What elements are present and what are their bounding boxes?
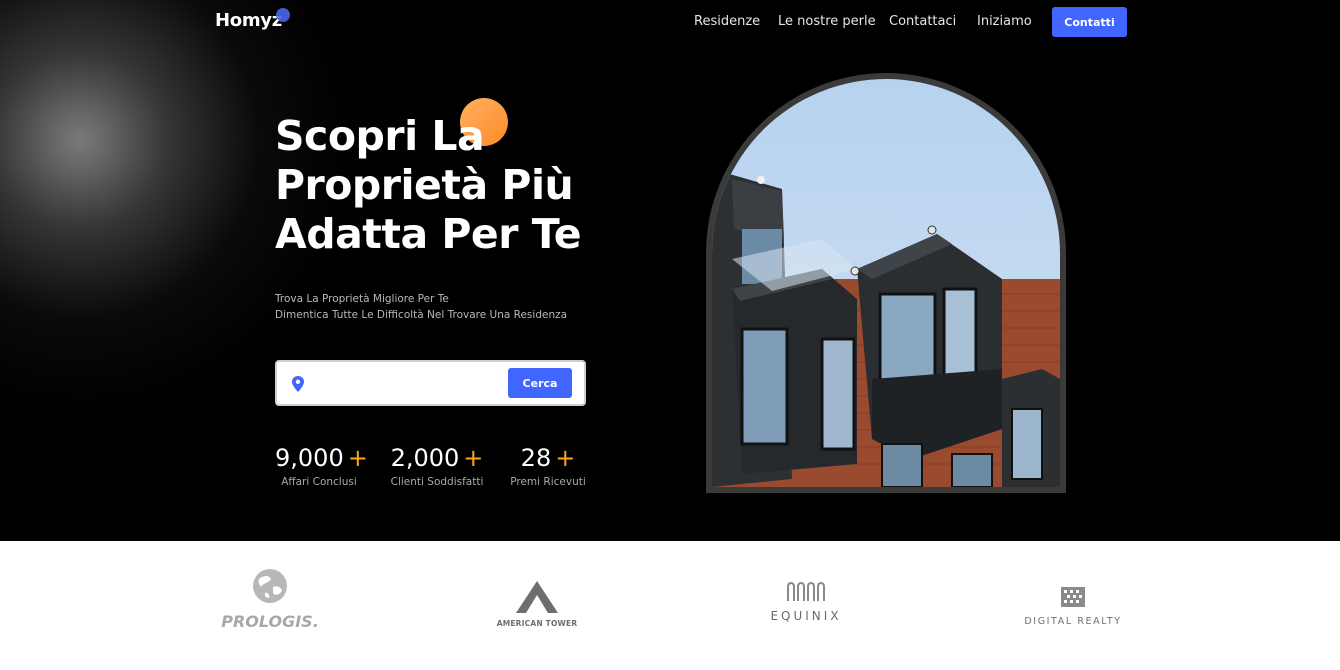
logo-dot [276, 8, 290, 22]
stat-plus: + [555, 444, 576, 472]
subtext-line-1: Trova La Proprietà Migliore Per Te [275, 293, 449, 305]
stat-label: Affari Conclusi [281, 476, 357, 488]
stat-deals: 9,000 + Affari Conclusi [275, 444, 368, 488]
brand-name: DIGITAL REALTY [1024, 616, 1122, 627]
brands-strip: PROLOGIS. AMERICAN TOWER EQUINIX DIGITAL… [0, 541, 1340, 670]
brand-name: PROLOGIS. [221, 612, 319, 631]
search-bar: Cerca [275, 360, 586, 406]
tower-icon [516, 581, 558, 613]
stat-plus: + [347, 444, 368, 472]
brand-name: EQUINIX [770, 609, 842, 623]
stat-value: 28 [520, 444, 552, 472]
hero-subtext: Trova La Proprietà Migliore Per Te Dimen… [275, 291, 567, 323]
location-pin-icon [292, 376, 304, 392]
nav-link-contattaci[interactable]: Contattaci [889, 14, 956, 29]
globe-icon [253, 569, 287, 603]
contact-button[interactable]: Contatti [1052, 7, 1127, 37]
stat-plus: + [463, 444, 484, 472]
hero-headline: Scopri La Proprietà Più Adatta Per Te [275, 112, 615, 259]
brand-prologis: PROLOGIS. [220, 567, 320, 631]
hero-section: Homyz Residenze Le nostre perle Contatta… [0, 0, 1340, 541]
hero-image-frame [706, 73, 1066, 493]
stat-value: 2,000 [390, 444, 460, 472]
logo[interactable]: Homyz [215, 10, 282, 31]
nav-link-iniziamo[interactable]: Iniziamo [977, 14, 1032, 29]
digital-realty-icon [1061, 587, 1085, 607]
search-input[interactable] [315, 368, 505, 398]
headline-line-1: Scopri La [275, 112, 485, 160]
search-button[interactable]: Cerca [508, 368, 572, 398]
headline-line-3: Adatta Per Te [275, 210, 582, 258]
nav-link-perle[interactable]: Le nostre perle [778, 14, 876, 29]
stat-value: 9,000 [275, 444, 344, 472]
equinix-icon [787, 581, 825, 601]
stat-label: Clienti Soddisfatti [390, 476, 484, 488]
stat-label: Premi Ricevuti [510, 476, 586, 488]
stat-clients: 2,000 + Clienti Soddisfatti [388, 444, 486, 488]
brand-digital-realty: DIGITAL REALTY [1020, 585, 1126, 627]
brand-name: AMERICAN TOWER [496, 619, 578, 628]
subtext-line-2: Dimentica Tutte Le Difficoltà Nel Trovar… [275, 309, 568, 321]
stat-awards: 28 + Premi Ricevuti [507, 444, 589, 488]
brand-equinix: EQUINIX [764, 581, 848, 623]
hero-building-image [712, 79, 1060, 487]
brand-american-tower: AMERICAN TOWER [484, 581, 590, 628]
nav-link-residenze[interactable]: Residenze [694, 14, 760, 29]
headline-line-2: Proprietà Più [275, 161, 574, 209]
